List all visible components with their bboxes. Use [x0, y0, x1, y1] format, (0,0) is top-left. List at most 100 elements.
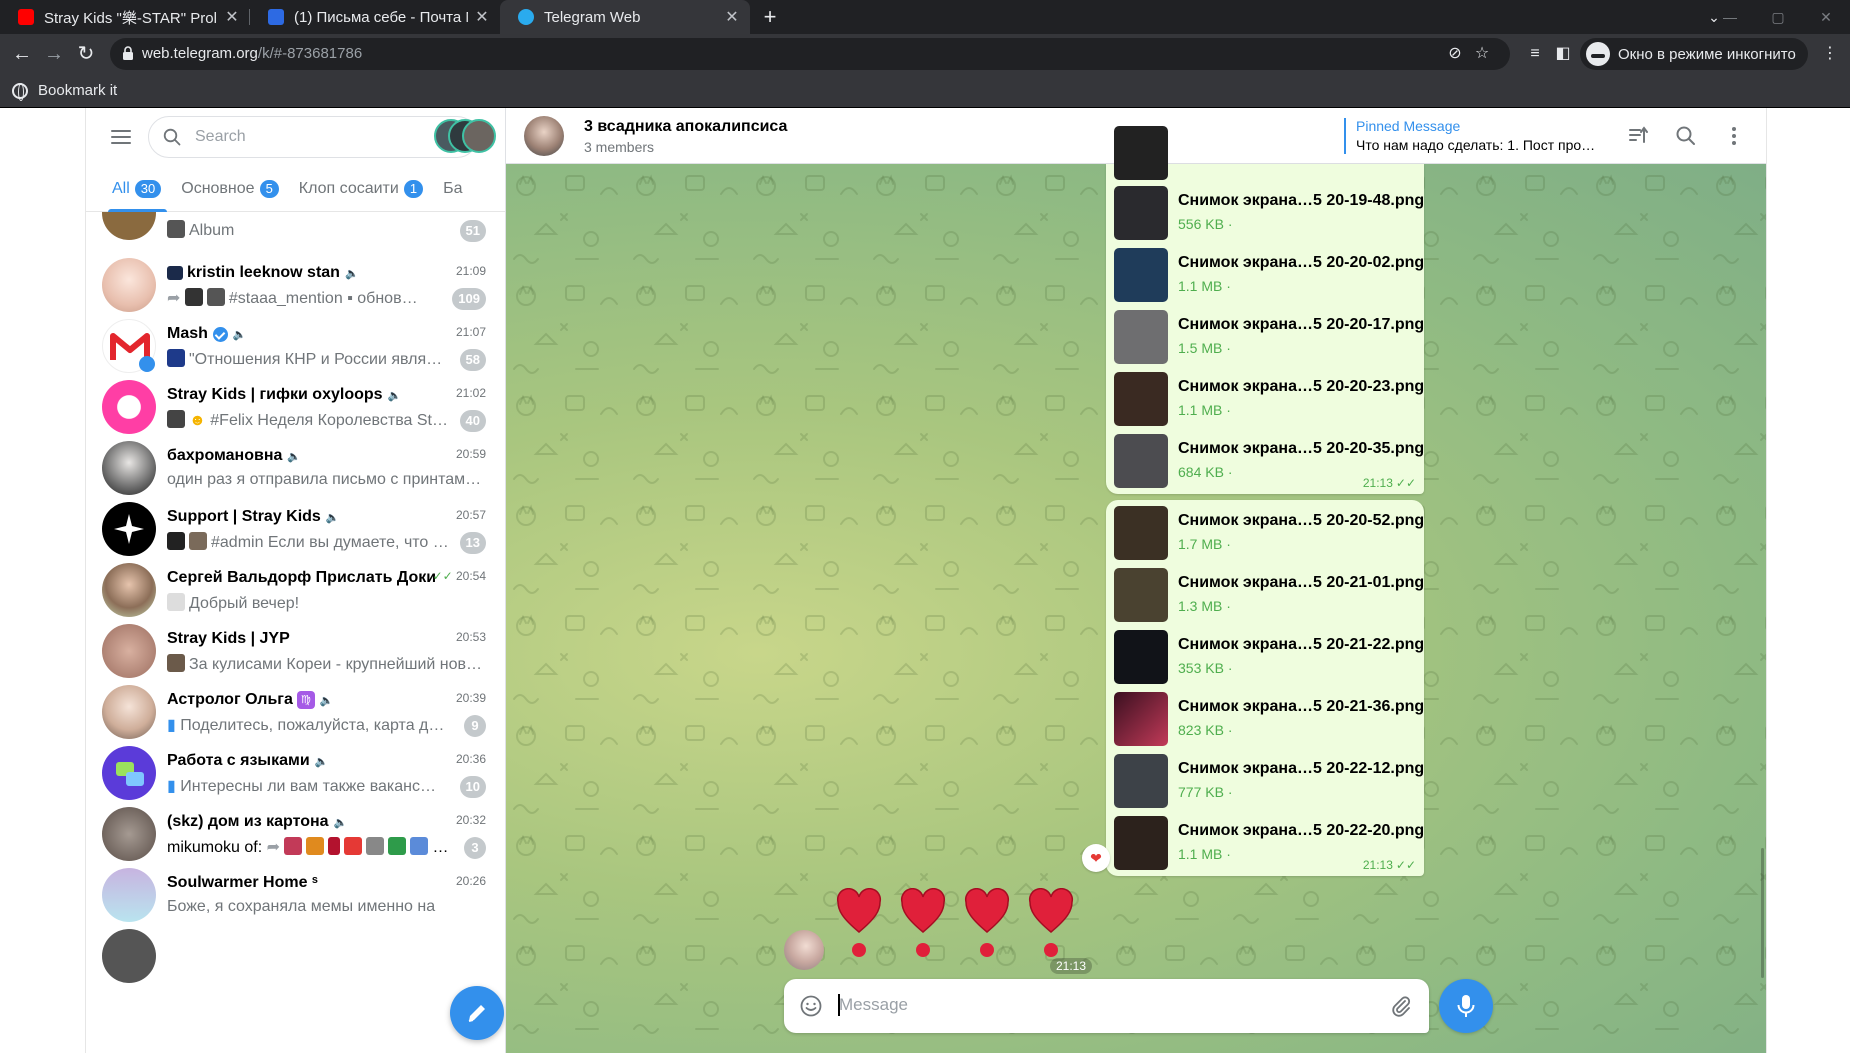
preview-text: Добрый вечер!	[189, 595, 300, 612]
chat-name-text: бахромановна	[167, 447, 283, 464]
browser-toolbar: ← → ↻ web.telegram.org/k/#-873681786 ⊘ ☆…	[0, 34, 1850, 74]
reading-list-icon[interactable]: ≡	[1525, 44, 1545, 64]
message-placeholder: Message	[839, 995, 908, 1014]
chat-preview: За кулисами Кореи - крупнейший нов…	[167, 654, 487, 674]
file-thumbnail[interactable]	[1114, 692, 1168, 746]
media-icon	[189, 532, 207, 550]
sender-avatar[interactable]	[784, 930, 824, 970]
file-thumbnail[interactable]	[1114, 372, 1168, 426]
file-attachment[interactable]: Снимок экрана…5 20-20-23.png 1.1 MB ·	[1114, 372, 1424, 428]
chat-item[interactable]: Album 51	[86, 212, 505, 250]
file-attachment[interactable]: Снимок экрана…5 20-20-52.png 1.7 MB ·	[1114, 506, 1424, 562]
forward-arrow-icon[interactable]: →	[42, 42, 66, 66]
file-attachment[interactable]: Снимок экрана…5 20-21-36.png 823 KB ·	[1114, 692, 1424, 748]
new-message-button[interactable]	[450, 986, 504, 1040]
file-thumbnail[interactable]	[1114, 434, 1168, 488]
muted-icon: 🔈	[232, 328, 247, 341]
chat-name-text: Stray Kids | JYP	[167, 630, 290, 647]
mail-icon	[268, 9, 284, 25]
avatar	[102, 746, 156, 800]
chat-item[interactable]	[86, 921, 505, 993]
pinned-message[interactable]: Pinned Message Что нам надо сделать: 1. …	[1344, 118, 1601, 154]
browser-tab-youtube[interactable]: Stray Kids "樂-STAR" Prol ✕	[0, 0, 250, 34]
tab-osnovnoe[interactable]: Основное 5	[173, 168, 291, 212]
chat-name-text: Mash	[167, 325, 208, 342]
bookmark-item[interactable]: Bookmark it	[12, 82, 117, 101]
tab-klop[interactable]: Клоп сосаити 1	[291, 168, 435, 212]
reload-icon[interactable]: ↻	[74, 42, 98, 66]
read-checks-icon: ✓✓	[1395, 858, 1416, 872]
file-thumbnail[interactable]	[1114, 754, 1168, 808]
side-panel-icon[interactable]: ◧	[1553, 44, 1573, 64]
pin-list-icon[interactable]	[1626, 124, 1650, 148]
heart-icon	[964, 888, 1010, 957]
eye-off-icon[interactable]: ⊘	[1445, 44, 1465, 64]
emoji-icon[interactable]	[799, 994, 823, 1018]
chat-title[interactable]: 3 всадника апокалипсиса	[584, 118, 787, 136]
hamburger-menu-icon[interactable]	[111, 129, 131, 145]
browser-tab-mail[interactable]: (1) Письма себе - Почта M ✕	[250, 0, 500, 34]
new-tab-button[interactable]: +	[750, 0, 790, 34]
file-attachment[interactable]: Снимок экрана…5 20-22-12.png 777 KB ·	[1114, 754, 1424, 810]
file-name: Снимок экрана…5 20-21-36.png	[1178, 698, 1425, 715]
unread-badge: 51	[459, 220, 486, 242]
search-input[interactable]: Search	[148, 116, 478, 158]
file-attachment[interactable]: Снимок экрана…5 20-20-17.png 1.5 MB ·	[1114, 310, 1424, 366]
preview-text: Поделитесь, пожалуйста, карта д…	[180, 717, 445, 734]
file-attachment[interactable]: Снимок экрана…5 20-21-22.png 353 KB ·	[1114, 630, 1424, 686]
avatar	[102, 624, 156, 678]
address-bar[interactable]: web.telegram.org/k/#-873681786 ⊘ ☆	[110, 38, 1510, 70]
message-bubble[interactable]: Снимок экрана…5 20-19-48.png 556 KB · Сн…	[1106, 126, 1424, 494]
voice-record-button[interactable]	[1439, 979, 1493, 1033]
attach-icon[interactable]	[1389, 994, 1413, 1018]
browser-tab-telegram[interactable]: Telegram Web ✕	[500, 0, 750, 34]
file-thumbnail[interactable]	[1114, 816, 1168, 870]
left-gutter	[0, 108, 86, 1053]
preview-text: #admin Если вы думаете, что …	[211, 534, 449, 551]
url-host: web.telegram.org	[142, 45, 258, 62]
more-vertical-icon[interactable]	[1722, 124, 1746, 148]
heart-reaction[interactable]: ❤	[1082, 844, 1110, 872]
message-bubble[interactable]: Снимок экрана…5 20-20-52.png 1.7 MB · Сн…	[1106, 500, 1424, 876]
message-input[interactable]: Message	[784, 979, 1429, 1033]
file-thumbnail[interactable]	[1114, 310, 1168, 364]
incognito-badge[interactable]: Окно в режиме инкогнито	[1580, 38, 1808, 70]
back-arrow-icon[interactable]: ←	[10, 42, 34, 66]
chat-preview: ☻ #Felix Неделя Королевства St…	[167, 410, 452, 430]
stories-avatars[interactable]	[434, 119, 496, 153]
minimize-icon[interactable]: —	[1706, 0, 1754, 34]
file-thumbnail[interactable]	[1114, 568, 1168, 622]
search-icon[interactable]	[1674, 124, 1698, 148]
chat-scrollbar[interactable]	[1761, 848, 1764, 978]
media-icon	[167, 532, 185, 550]
maximize-icon[interactable]: ▢	[1754, 0, 1802, 34]
close-icon[interactable]: ✕	[224, 7, 240, 27]
star-icon[interactable]: ☆	[1472, 44, 1492, 64]
tab-ba[interactable]: Ба	[435, 168, 474, 212]
sticker-icon	[167, 593, 185, 611]
file-size: 556 KB ·	[1178, 216, 1233, 232]
emoji-icon	[328, 837, 341, 855]
file-attachment[interactable]: Снимок экрана…5 20-21-01.png 1.3 MB ·	[1114, 568, 1424, 624]
file-thumbnail[interactable]	[1114, 630, 1168, 684]
file-thumbnail[interactable]	[1114, 126, 1168, 180]
kebab-menu-icon[interactable]: ⋮	[1820, 44, 1840, 64]
file-attachment[interactable]: Снимок экрана…5 20-19-48.png 556 KB ·	[1114, 186, 1424, 242]
microphone-icon	[1457, 995, 1475, 1017]
chat-avatar[interactable]	[524, 116, 564, 156]
chat-name-text: Астролог Ольга	[167, 691, 293, 708]
chat-preview: ▮ Поделитесь, пожалуйста, карта д…	[167, 715, 452, 735]
chat-list: Album 51 kristin leeknow stan 🔈 21:09 ➦ #…	[86, 212, 505, 1053]
file-attachment[interactable]: Снимок экрана…5 20-20-02.png 1.1 MB ·	[1114, 248, 1424, 304]
close-icon[interactable]: ✕	[474, 7, 490, 27]
chat-preview: один раз я отправила письмо с принтам…	[167, 471, 487, 489]
file-thumbnail[interactable]	[1114, 248, 1168, 302]
media-icon	[167, 410, 185, 428]
close-icon[interactable]: ✕	[724, 7, 740, 27]
file-thumbnail[interactable]	[1114, 506, 1168, 560]
tab-all[interactable]: All 30	[86, 168, 173, 212]
close-window-icon[interactable]: ✕	[1802, 0, 1850, 34]
file-thumbnail[interactable]	[1114, 186, 1168, 240]
media-icon	[167, 349, 185, 367]
emoji-message[interactable]	[836, 888, 1136, 968]
